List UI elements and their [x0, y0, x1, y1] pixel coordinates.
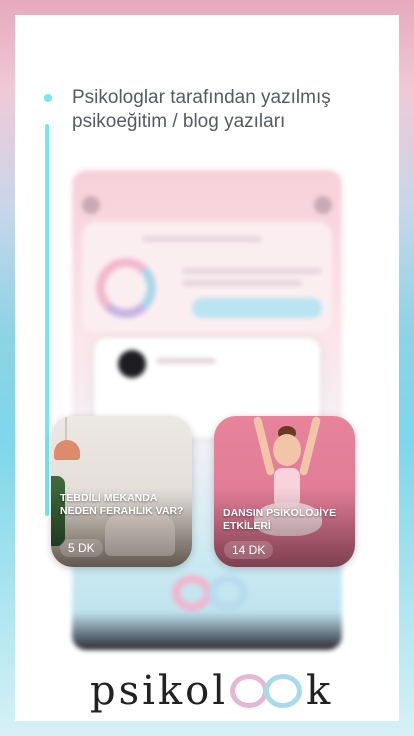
infinity-icon — [230, 674, 304, 708]
article-card-dans[interactable]: DANSIN PSİKOLOJİYE ETKİLERİ 14 DK — [214, 416, 355, 567]
article-title: TEBDİLİ MEKANDA NEDEN FERAHLIK VAR? — [60, 492, 184, 517]
dancer-girl-image — [273, 434, 301, 466]
reading-time-badge: 5 DK — [60, 539, 103, 557]
article-title: DANSIN PSİKOLOJİYE ETKİLERİ — [223, 507, 337, 532]
reading-time-badge: 14 DK — [224, 541, 274, 559]
bullet-dot — [44, 94, 52, 102]
headline: Psikologlar tarafından yazılmış psikoeği… — [72, 87, 331, 132]
bullet-line — [45, 124, 49, 516]
article-card-tebdil[interactable]: TEBDİLİ MEKANDA NEDEN FERAHLIK VAR? 5 DK — [51, 416, 192, 567]
brand-suffix: k — [306, 668, 334, 714]
brand-logo: psikol k — [90, 668, 333, 714]
brand-prefix: psikol — [90, 668, 229, 714]
lamp-image — [54, 440, 80, 460]
phone-screenshot-blurred — [72, 170, 342, 650]
